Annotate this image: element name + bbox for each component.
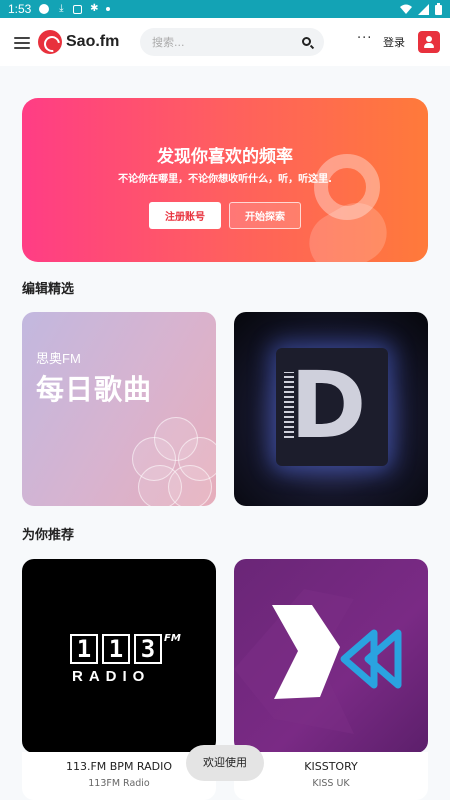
station-card-kisstory[interactable] [234,559,428,753]
logo-icon[interactable] [38,30,62,54]
brand-name[interactable]: Sao.fm [66,33,119,51]
notification-icon [73,4,83,14]
station-subtitle: 113FM Radio [88,778,150,789]
section-title-recommended: 为你推荐 [22,528,75,543]
banner-title: 发现你喜欢的频率 [157,147,293,167]
logo-digit: 3 [134,634,162,664]
status-time: 1:53 [8,2,32,16]
kisstory-logo [234,589,402,734]
search-icon[interactable] [302,37,311,46]
logo-digit: 1 [70,634,98,664]
dot-icon [106,7,111,11]
daily-songs-card[interactable]: 思奥FM 每日歌曲 [22,312,216,506]
search-input[interactable] [152,35,292,49]
card-headline: 每日歌曲 [36,373,153,406]
explore-button[interactable]: 开始探索 [229,202,301,229]
card-kicker: 思奥FM [36,351,81,366]
logo-digit: 1 [102,634,130,664]
logo-fm-tag: FM [164,633,181,644]
battery-icon [435,3,442,15]
menu-icon[interactable] [14,37,30,49]
app-header: Sao.fm ··· 登录 [0,18,450,66]
station-card-113fm[interactable]: 1 1 3 FM RADIO [22,559,216,753]
user-icon[interactable] [418,31,440,53]
welcome-toast: 欢迎使用 [186,745,264,781]
station-subtitle: KISS UK [312,778,350,789]
dj-artwork-card[interactable]: D [234,312,428,506]
status-bar: 1:53 ⤓ ✱ [0,0,450,18]
record-icon [39,4,50,14]
banner-subtitle: 不论你在哪里，不论你想收听什么，听，听这里. [118,174,332,185]
download-icon: ⤓ [59,3,64,14]
signal-icon [418,3,429,15]
login-link[interactable]: 登录 [383,34,405,50]
station-logo-113: 1 1 3 [70,634,162,664]
logo-radio-word: RADIO [72,668,151,685]
hero-banner: 发现你喜欢的频率 不论你在哪里，不论你想收听什么，听，听这里. 注册账号 开始探… [22,98,428,262]
section-title-editors-picks: 编辑精选 [22,282,75,297]
search-box[interactable] [140,28,324,56]
bug-icon: ✱ [90,3,99,14]
wifi-icon [400,4,412,14]
flower-illustration [132,417,216,506]
dj-logo-letter: D [290,352,367,459]
register-button[interactable]: 注册账号 [149,202,221,229]
more-icon[interactable]: ··· [357,31,372,46]
